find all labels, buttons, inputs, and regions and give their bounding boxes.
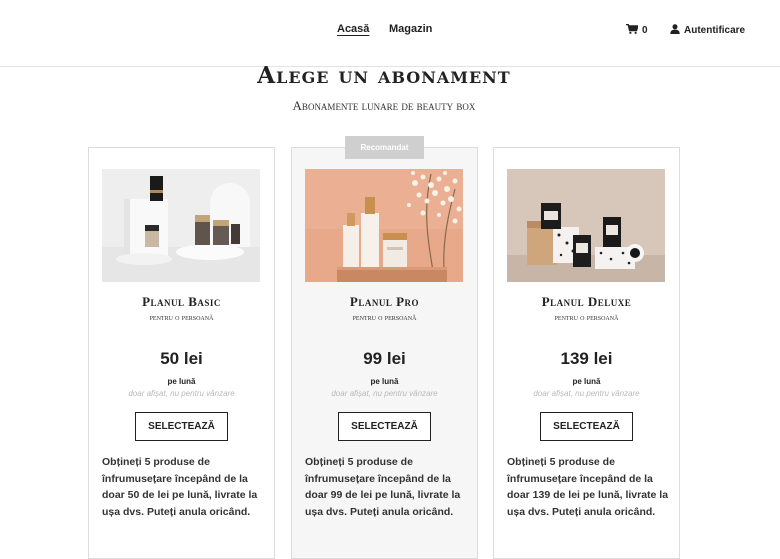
product-image-basic (102, 169, 260, 282)
plan-price: 139 lei (560, 349, 613, 368)
select-plan-deluxe-button[interactable]: SELECTEAZĂ (540, 412, 633, 441)
shopping-cart-icon (626, 23, 639, 37)
login-label: Autentificare (684, 25, 746, 36)
plan-name: Planul Basic (142, 294, 221, 309)
nav-link-home[interactable]: Acasă (337, 23, 369, 35)
plan-name: Planul Pro (349, 294, 420, 309)
user-icon (670, 24, 680, 37)
plan-card-deluxe: Planul Deluxe pentru o persoană 139 lei … (493, 147, 680, 559)
recommended-badge: Recomandat (345, 136, 424, 159)
plan-subtitle: pentru o persoană (149, 312, 214, 322)
cart-button[interactable]: 0 (626, 23, 648, 37)
plan-subtitle: pentru o persoană (554, 312, 619, 322)
nav-link-shop[interactable]: Magazin (389, 23, 432, 35)
plan-price: 50 lei (160, 349, 203, 368)
price-disclaimer: doar afișat, nu pentru vânzare (128, 389, 235, 398)
plan-description: Obțineți 5 produse de înfrumusețare înce… (507, 456, 669, 518)
plan-subtitle: pentru o persoană (352, 312, 417, 322)
plan-period: pe lună (572, 377, 601, 386)
price-disclaimer: doar afișat, nu pentru vânzare (533, 389, 640, 398)
product-image-deluxe (507, 169, 665, 282)
plan-description: Obțineți 5 produse de înfrumusețare înce… (305, 456, 461, 518)
select-plan-pro-button[interactable]: SELECTEAZĂ (338, 412, 431, 441)
page-title: Alege un abonament (257, 62, 511, 89)
product-image-pro (305, 169, 463, 282)
price-disclaimer: doar afișat, nu pentru vânzare (331, 389, 438, 398)
page-subtitle: Abonamente lunare de beauty box (292, 98, 476, 113)
top-navigation-bar: Acasă Magazin 0 Autentificare (0, 0, 780, 67)
plan-name: Planul Deluxe (541, 294, 632, 309)
plan-description: Obțineți 5 produse de înfrumusețare înce… (102, 456, 258, 518)
plan-period: pe lună (370, 377, 399, 386)
plan-period: pe lună (167, 377, 196, 386)
plan-price: 99 lei (363, 349, 406, 368)
plan-card-basic: Planul Basic pentru o persoană 50 lei pe… (88, 147, 275, 559)
cart-count: 0 (642, 25, 648, 36)
select-plan-basic-button[interactable]: SELECTEAZĂ (135, 412, 228, 441)
plan-card-pro: Planul Pro pentru o persoană 99 lei pe l… (291, 147, 478, 559)
login-link[interactable]: Autentificare (670, 24, 745, 37)
